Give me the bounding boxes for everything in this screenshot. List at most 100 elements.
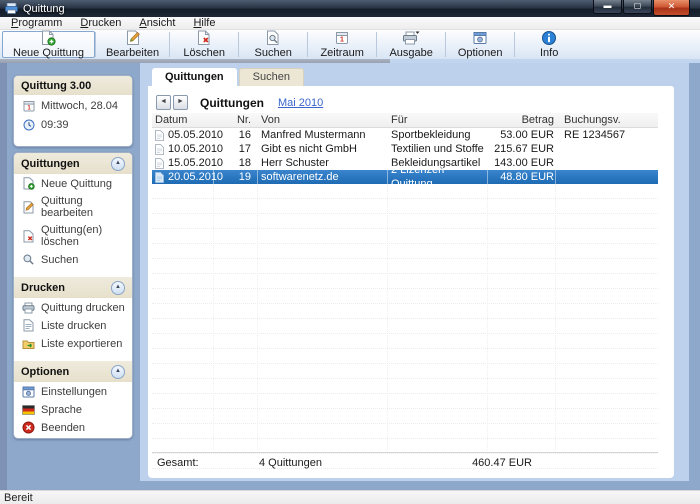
edit-icon bbox=[125, 30, 141, 46]
time-text: 09:39 bbox=[41, 119, 69, 131]
date-text: Mittwoch, 28.04 bbox=[41, 100, 118, 112]
cell-fuer: Textilien und Stoffe bbox=[388, 142, 488, 156]
close-button[interactable]: ✕ bbox=[653, 0, 690, 16]
section-title: Optionen bbox=[21, 366, 69, 378]
toolbar-new-receipt-button[interactable]: Neue Quittung bbox=[2, 31, 95, 58]
status-bar: Bereit bbox=[0, 490, 700, 504]
toolbar-info-button[interactable]: Info bbox=[515, 30, 583, 59]
status-text: Bereit bbox=[4, 492, 33, 504]
quit-icon bbox=[22, 421, 35, 434]
menu-programm[interactable]: Programm bbox=[2, 17, 71, 29]
delete-icon bbox=[196, 30, 212, 46]
toolbar-search-label: Suchen bbox=[255, 47, 292, 59]
column-header-fuer[interactable]: Für bbox=[388, 113, 488, 127]
tab-quittungen[interactable]: Quittungen bbox=[152, 68, 237, 86]
cell-nr: 18 bbox=[214, 156, 258, 170]
section-title: Quittungen bbox=[21, 158, 80, 170]
toolbar: Neue Quittung Bearbeiten Löschen Suchen bbox=[0, 30, 700, 60]
cell-von: softwarenetz.de bbox=[258, 170, 388, 184]
collapse-icon[interactable]: ▲ bbox=[111, 157, 125, 171]
minimize-button[interactable]: ▬ bbox=[593, 0, 622, 14]
sidebar-time: 09:39 bbox=[14, 114, 132, 133]
calendar-icon: 1 bbox=[334, 30, 350, 46]
menu-bar: Programm Drucken Ansicht Hilfe bbox=[0, 17, 700, 30]
menu-ansicht[interactable]: Ansicht bbox=[130, 17, 184, 29]
info-icon bbox=[541, 30, 557, 46]
app-icon bbox=[5, 3, 18, 14]
footer-separator bbox=[152, 452, 658, 453]
search-icon bbox=[22, 253, 35, 266]
table-row[interactable]: 05.05.2010 16 Manfred Mustermann Sportbe… bbox=[152, 128, 658, 142]
list-header-bar: ◄ ► Quittungen Mai 2010 bbox=[156, 95, 323, 110]
toolbar-output-label: Ausgabe bbox=[389, 47, 432, 59]
period-link[interactable]: Mai 2010 bbox=[278, 97, 323, 109]
column-header-nr[interactable]: Nr. bbox=[214, 113, 258, 127]
sidebar-item-beenden[interactable]: Beenden bbox=[14, 418, 132, 436]
column-header-betrag[interactable]: Betrag bbox=[488, 113, 556, 127]
print-output-icon bbox=[402, 30, 420, 46]
column-header-von[interactable]: Von bbox=[258, 113, 388, 127]
sidebar-item-quittung-loeschen[interactable]: Quittung(en) löschen bbox=[14, 221, 132, 250]
toolbar-info-label: Info bbox=[540, 47, 558, 59]
sidebar-item-quittung-bearbeiten[interactable]: Quittung bearbeiten bbox=[14, 192, 132, 221]
cell-nr: 19 bbox=[214, 170, 258, 184]
sidebar-info-header: Quittung 3.00 bbox=[14, 76, 132, 95]
toolbar-options-label: Optionen bbox=[458, 47, 503, 59]
sidebar-item-liste-drucken[interactable]: Liste drucken bbox=[14, 316, 132, 334]
edit-icon bbox=[22, 201, 35, 214]
sidebar-item-liste-exportieren[interactable]: Liste exportieren bbox=[14, 334, 132, 352]
new-receipt-icon bbox=[22, 177, 35, 190]
receipt-icon bbox=[155, 172, 164, 183]
sidebar-item-label: Einstellungen bbox=[41, 386, 107, 398]
table-row-selected[interactable]: 20.05.2010 19 softwarenetz.de 2 Lizenzen… bbox=[152, 170, 658, 184]
toolbar-period-button[interactable]: 1 Zeitraum bbox=[308, 30, 376, 59]
sidebar-item-einstellungen[interactable]: Einstellungen bbox=[14, 382, 132, 400]
menu-drucken[interactable]: Drucken bbox=[71, 17, 130, 29]
toolbar-search-button[interactable]: Suchen bbox=[239, 30, 307, 59]
cell-buchungsv: RE 1234567 bbox=[556, 128, 658, 142]
total-amount: 460.47 EUR bbox=[402, 457, 532, 469]
receipt-icon bbox=[155, 158, 164, 169]
app-window: Quittung ▬ ▢ ✕ Programm Drucken Ansicht … bbox=[0, 0, 700, 504]
receipt-icon bbox=[155, 144, 164, 155]
column-header-datum[interactable]: Datum bbox=[152, 113, 214, 127]
window-left-edge bbox=[0, 63, 7, 490]
table-header-row: Datum Nr. Von Für Betrag Buchungsv. bbox=[152, 113, 658, 128]
sidebar-item-label: Neue Quittung bbox=[41, 178, 112, 190]
sidebar-item-label: Suchen bbox=[41, 254, 78, 266]
column-header-buchungsv[interactable]: Buchungsv. bbox=[556, 113, 658, 127]
search-icon bbox=[265, 30, 281, 46]
sidebar-info-panel: Quittung 3.00 1 Mittwoch, 28.04 09:39 bbox=[13, 75, 133, 147]
document-icon bbox=[22, 319, 35, 332]
toolbar-edit-button[interactable]: Bearbeiten bbox=[96, 30, 169, 59]
toolbar-options-button[interactable]: Optionen bbox=[446, 30, 514, 59]
toolbar-output-button[interactable]: Ausgabe bbox=[377, 30, 445, 59]
sidebar-item-quittung-drucken[interactable]: Quittung drucken bbox=[14, 298, 132, 316]
collapse-icon[interactable]: ▲ bbox=[111, 365, 125, 379]
sidebar-section-optionen-header: Optionen ▲ bbox=[14, 361, 132, 382]
sidebar-item-neue-quittung[interactable]: Neue Quittung bbox=[14, 174, 132, 192]
sidebar-section-quittungen-header: Quittungen ▲ bbox=[14, 153, 132, 174]
maximize-button[interactable]: ▢ bbox=[623, 0, 652, 14]
toolbar-new-receipt-label: Neue Quittung bbox=[13, 47, 84, 59]
tab-suchen[interactable]: Suchen bbox=[239, 68, 304, 86]
tab-strip: Quittungen Suchen bbox=[152, 68, 304, 86]
empty-grid-area bbox=[152, 184, 658, 469]
cell-betrag: 53.00 EUR bbox=[488, 128, 556, 142]
menu-hilfe[interactable]: Hilfe bbox=[184, 17, 224, 29]
sidebar-item-suchen[interactable]: Suchen bbox=[14, 250, 132, 268]
collapse-icon[interactable]: ▲ bbox=[111, 281, 125, 295]
cell-betrag: 48.80 EUR bbox=[488, 170, 556, 184]
table-row[interactable]: 10.05.2010 17 Gibt es nicht GmbH Textili… bbox=[152, 142, 658, 156]
printer-icon bbox=[22, 301, 35, 314]
delete-icon bbox=[22, 230, 35, 243]
previous-month-button[interactable]: ◄ bbox=[156, 95, 171, 110]
toolbar-delete-button[interactable]: Löschen bbox=[170, 30, 238, 59]
section-title: Drucken bbox=[21, 282, 65, 294]
sidebar-item-sprache[interactable]: Sprache bbox=[14, 400, 132, 418]
next-month-button[interactable]: ► bbox=[173, 95, 188, 110]
cell-von: Manfred Mustermann bbox=[258, 128, 388, 142]
cell-von: Gibt es nicht GmbH bbox=[258, 142, 388, 156]
totals-row: Gesamt: 4 Quittungen 460.47 EUR bbox=[152, 457, 658, 471]
new-receipt-icon bbox=[40, 30, 56, 46]
